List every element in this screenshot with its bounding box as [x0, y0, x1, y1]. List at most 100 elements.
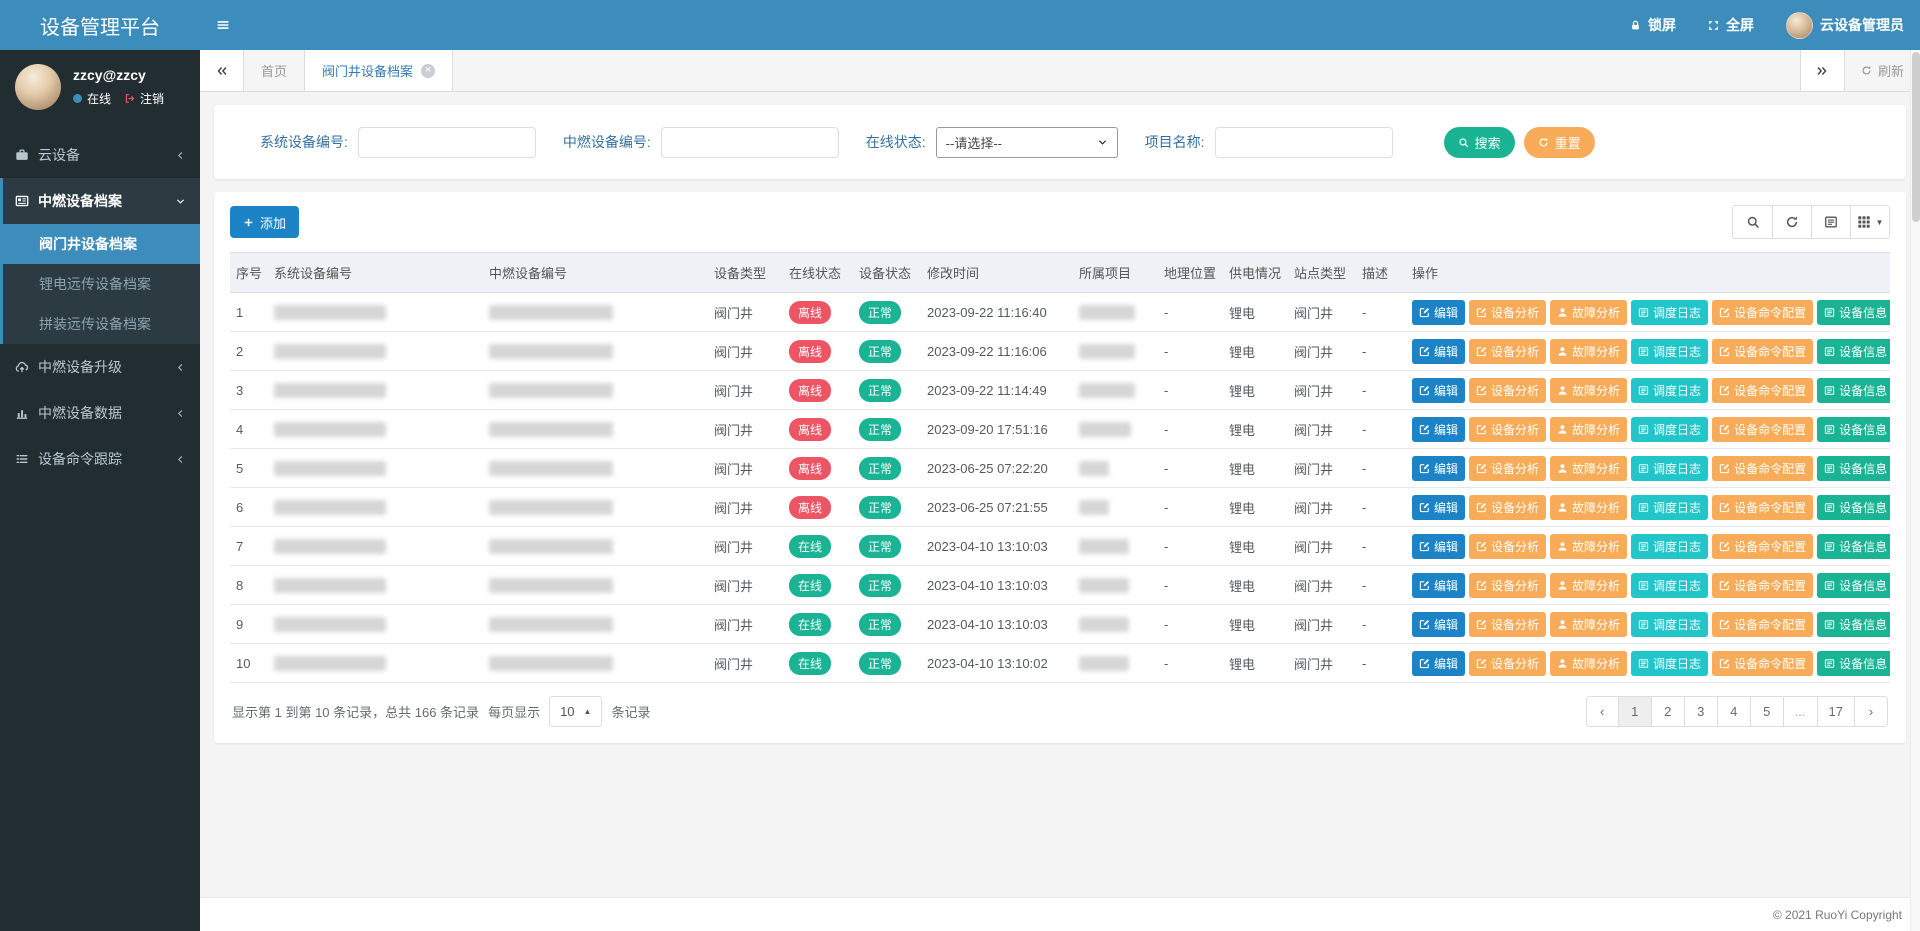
- edit-button[interactable]: 编辑: [1412, 495, 1465, 520]
- device-command-config-button[interactable]: 设备命令配置: [1712, 378, 1813, 403]
- dispatch-log-button[interactable]: 调度日志: [1631, 417, 1708, 442]
- page-button[interactable]: 4: [1718, 696, 1751, 727]
- dispatch-log-button[interactable]: 调度日志: [1631, 378, 1708, 403]
- device-command-config-button[interactable]: 设备命令配置: [1712, 495, 1813, 520]
- scrollbar-thumb[interactable]: [1912, 52, 1920, 222]
- search-field-input[interactable]: [358, 127, 536, 158]
- table-detail-view-button[interactable]: [1811, 206, 1850, 238]
- table-refresh-button[interactable]: [1772, 206, 1811, 238]
- device-analysis-button[interactable]: 设备分析: [1469, 573, 1546, 598]
- table-columns-button[interactable]: ▼: [1850, 206, 1889, 238]
- device-info-button[interactable]: 设备信息: [1817, 300, 1890, 325]
- dispatch-log-button[interactable]: 调度日志: [1631, 456, 1708, 481]
- fault-analysis-button[interactable]: 故障分析: [1550, 339, 1627, 364]
- sidebar-link[interactable]: 中燃设备升级: [3, 344, 200, 390]
- dispatch-log-button[interactable]: 调度日志: [1631, 300, 1708, 325]
- sidebar-subitem[interactable]: 拼装远传设备档案: [3, 304, 200, 344]
- dispatch-log-button[interactable]: 调度日志: [1631, 612, 1708, 637]
- device-analysis-button[interactable]: 设备分析: [1469, 300, 1546, 325]
- fault-analysis-button[interactable]: 故障分析: [1550, 417, 1627, 442]
- user-menu[interactable]: 云设备管理员: [1770, 0, 1920, 50]
- tab-close-icon[interactable]: ×: [421, 64, 435, 78]
- page-button[interactable]: 5: [1751, 696, 1784, 727]
- logout-link[interactable]: 注销: [140, 90, 164, 107]
- device-command-config-button[interactable]: 设备命令配置: [1712, 456, 1813, 481]
- tabs-scroll-left-button[interactable]: [200, 50, 244, 91]
- edit-button[interactable]: 编辑: [1412, 378, 1465, 403]
- page-button[interactable]: 3: [1685, 696, 1718, 727]
- device-command-config-button[interactable]: 设备命令配置: [1712, 300, 1813, 325]
- sidebar-link[interactable]: 中燃设备数据: [3, 390, 200, 436]
- tabs-scroll-right-button[interactable]: [1800, 50, 1844, 91]
- device-info-button[interactable]: 设备信息: [1817, 456, 1890, 481]
- device-analysis-button[interactable]: 设备分析: [1469, 534, 1546, 559]
- fault-analysis-button[interactable]: 故障分析: [1550, 612, 1627, 637]
- fullscreen-button[interactable]: 全屏: [1692, 0, 1770, 50]
- sidebar-link[interactable]: 云设备: [3, 132, 200, 178]
- edit-button[interactable]: 编辑: [1412, 417, 1465, 442]
- fault-analysis-button[interactable]: 故障分析: [1550, 456, 1627, 481]
- device-analysis-button[interactable]: 设备分析: [1469, 651, 1546, 676]
- device-info-button[interactable]: 设备信息: [1817, 417, 1890, 442]
- device-analysis-button[interactable]: 设备分析: [1469, 612, 1546, 637]
- sidebar-link[interactable]: 中燃设备档案: [3, 178, 200, 224]
- device-info-button[interactable]: 设备信息: [1817, 573, 1890, 598]
- page-button[interactable]: 1: [1619, 696, 1652, 727]
- device-command-config-button[interactable]: 设备命令配置: [1712, 417, 1813, 442]
- page-button[interactable]: 2: [1652, 696, 1685, 727]
- device-info-button[interactable]: 设备信息: [1817, 378, 1890, 403]
- dispatch-log-button[interactable]: 调度日志: [1631, 495, 1708, 520]
- device-info-button[interactable]: 设备信息: [1817, 651, 1890, 676]
- device-analysis-button[interactable]: 设备分析: [1469, 456, 1546, 481]
- sidebar-subitem[interactable]: 阀门井设备档案: [3, 224, 200, 264]
- page-button[interactable]: 17: [1818, 696, 1855, 727]
- dispatch-log-button[interactable]: 调度日志: [1631, 534, 1708, 559]
- fault-analysis-button[interactable]: 故障分析: [1550, 300, 1627, 325]
- page-size-select[interactable]: 10 ▲: [549, 696, 602, 727]
- sidebar-toggle-button[interactable]: [200, 0, 246, 50]
- device-info-button[interactable]: 设备信息: [1817, 612, 1890, 637]
- sidebar-subitem[interactable]: 锂电远传设备档案: [3, 264, 200, 304]
- device-command-config-button[interactable]: 设备命令配置: [1712, 573, 1813, 598]
- fault-analysis-button[interactable]: 故障分析: [1550, 495, 1627, 520]
- device-command-config-button[interactable]: 设备命令配置: [1712, 534, 1813, 559]
- device-info-button[interactable]: 设备信息: [1817, 534, 1890, 559]
- lock-screen-button[interactable]: 锁屏: [1614, 0, 1692, 50]
- device-analysis-button[interactable]: 设备分析: [1469, 339, 1546, 364]
- edit-button[interactable]: 编辑: [1412, 612, 1465, 637]
- tab[interactable]: 首页: [244, 50, 305, 91]
- device-analysis-button[interactable]: 设备分析: [1469, 417, 1546, 442]
- dispatch-log-button[interactable]: 调度日志: [1631, 339, 1708, 364]
- edit-button[interactable]: 编辑: [1412, 300, 1465, 325]
- device-info-button[interactable]: 设备信息: [1817, 495, 1890, 520]
- reset-button[interactable]: 重置: [1524, 127, 1595, 158]
- search-button[interactable]: 搜索: [1444, 127, 1515, 158]
- edit-button[interactable]: 编辑: [1412, 534, 1465, 559]
- device-command-config-button[interactable]: 设备命令配置: [1712, 339, 1813, 364]
- edit-button[interactable]: 编辑: [1412, 573, 1465, 598]
- sidebar-link[interactable]: 设备命令跟踪: [3, 436, 200, 482]
- scrollbar[interactable]: [1910, 50, 1920, 931]
- fault-analysis-button[interactable]: 故障分析: [1550, 534, 1627, 559]
- dispatch-log-button[interactable]: 调度日志: [1631, 573, 1708, 598]
- edit-button[interactable]: 编辑: [1412, 339, 1465, 364]
- tab[interactable]: 阀门井设备档案×: [305, 50, 453, 91]
- fault-analysis-button[interactable]: 故障分析: [1550, 651, 1627, 676]
- device-info-button[interactable]: 设备信息: [1817, 339, 1890, 364]
- edit-button[interactable]: 编辑: [1412, 456, 1465, 481]
- search-field-input[interactable]: [661, 127, 839, 158]
- page-button[interactable]: ...: [1784, 696, 1818, 727]
- add-button[interactable]: 添加: [230, 206, 299, 238]
- refresh-tab-button[interactable]: 刷新: [1844, 50, 1920, 91]
- device-analysis-button[interactable]: 设备分析: [1469, 495, 1546, 520]
- search-field-input[interactable]: [1215, 127, 1393, 158]
- fault-analysis-button[interactable]: 故障分析: [1550, 573, 1627, 598]
- device-analysis-button[interactable]: 设备分析: [1469, 378, 1546, 403]
- fault-analysis-button[interactable]: 故障分析: [1550, 378, 1627, 403]
- online-status-select[interactable]: --请选择--: [936, 127, 1118, 158]
- dispatch-log-button[interactable]: 调度日志: [1631, 651, 1708, 676]
- device-command-config-button[interactable]: 设备命令配置: [1712, 651, 1813, 676]
- device-command-config-button[interactable]: 设备命令配置: [1712, 612, 1813, 637]
- edit-button[interactable]: 编辑: [1412, 651, 1465, 676]
- table-search-button[interactable]: [1733, 206, 1772, 238]
